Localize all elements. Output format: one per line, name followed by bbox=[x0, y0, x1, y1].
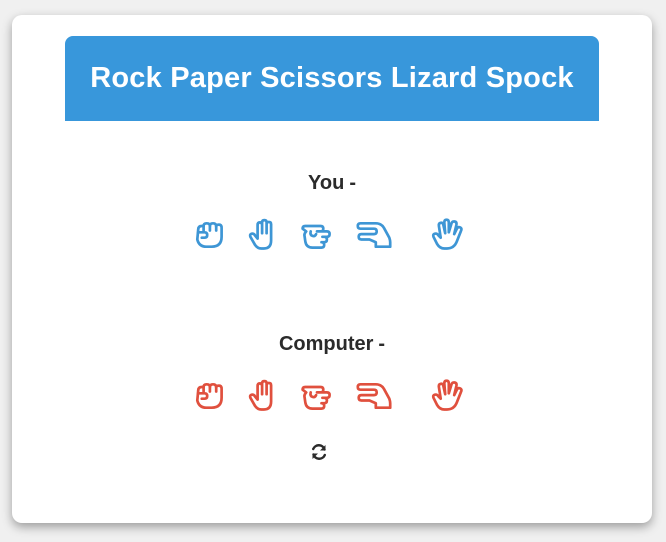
title-bar: Rock Paper Scissors Lizard Spock bbox=[65, 36, 599, 121]
player-choice-computer: - bbox=[378, 333, 386, 355]
choice-scissors-button[interactable] bbox=[297, 215, 337, 255]
choice-lizard-button[interactable] bbox=[354, 215, 394, 255]
choice-spock-button[interactable] bbox=[427, 215, 467, 255]
choice-rock-button[interactable] bbox=[189, 215, 229, 255]
hand-spock-icon bbox=[431, 218, 463, 250]
hand-lizard-icon bbox=[356, 221, 392, 249]
player-name-you: You bbox=[308, 172, 345, 194]
player-choices bbox=[182, 215, 482, 255]
player-name-computer: Computer bbox=[278, 333, 374, 355]
player-choice-you: - bbox=[349, 172, 356, 194]
hand-paper-icon bbox=[248, 218, 273, 250]
game-card: Rock Paper Scissors Lizard Spock You - C… bbox=[12, 15, 652, 523]
choice-paper-button[interactable] bbox=[243, 215, 283, 255]
hand-rock-icon bbox=[195, 382, 223, 410]
hand-spock-icon bbox=[431, 379, 463, 411]
refresh-icon bbox=[312, 444, 326, 460]
hand-rock-icon bbox=[195, 221, 223, 249]
computer-lizard-icon-wrap bbox=[354, 376, 394, 416]
player-label-you: You - bbox=[12, 172, 652, 195]
computer-rock-icon-wrap bbox=[189, 376, 229, 416]
reset-button[interactable] bbox=[308, 441, 330, 463]
computer-spock-icon-wrap bbox=[427, 376, 467, 416]
hand-scissors-icon bbox=[301, 385, 331, 410]
page-title: Rock Paper Scissors Lizard Spock bbox=[90, 62, 574, 94]
hand-scissors-icon bbox=[301, 224, 331, 249]
computer-paper-icon-wrap bbox=[243, 376, 283, 416]
hand-paper-icon bbox=[248, 379, 273, 411]
computer-choices bbox=[182, 376, 482, 416]
player-label-computer: Computer - bbox=[12, 333, 652, 356]
hand-lizard-icon bbox=[356, 382, 392, 410]
computer-scissors-icon-wrap bbox=[297, 376, 337, 416]
